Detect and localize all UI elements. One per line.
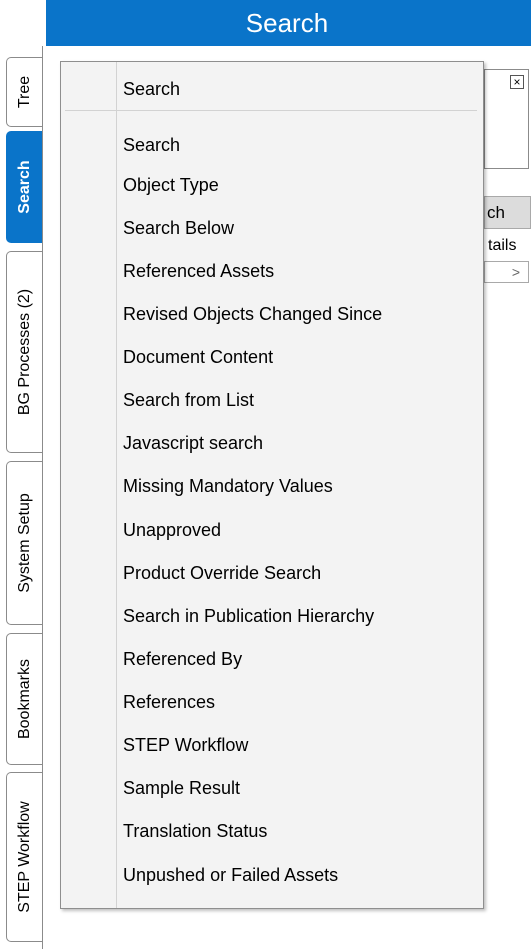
details-select[interactable]: >	[484, 261, 529, 283]
menu-item-unpushed-or-failed-assets[interactable]: Unpushed or Failed Assets	[61, 858, 483, 892]
menu-header: Search	[61, 72, 483, 106]
menu-item-search-from-list[interactable]: Search from List	[61, 383, 483, 417]
search-type-dropdown-menu: Search Search Object Type Search Below R…	[60, 61, 484, 909]
menu-separator	[65, 110, 477, 111]
details-label: tails	[488, 237, 517, 254]
menu-item-search[interactable]: Search	[61, 128, 483, 162]
tab-tree-label: Tree	[15, 75, 33, 109]
tab-bookmarks[interactable]: Bookmarks	[6, 633, 42, 765]
tab-system-setup[interactable]: System Setup	[6, 461, 42, 625]
tab-tree[interactable]: Tree	[6, 57, 42, 127]
menu-item-search-below[interactable]: Search Below	[61, 211, 483, 245]
tab-system-setup-label: System Setup	[15, 493, 33, 593]
tab-step-workflow[interactable]: STEP Workflow	[6, 772, 42, 942]
tab-search[interactable]: Search	[6, 131, 42, 243]
search-button[interactable]: ch	[484, 196, 531, 229]
menu-item-revised-objects-changed-since[interactable]: Revised Objects Changed Since	[61, 297, 483, 331]
chevron-right-icon: >	[511, 264, 520, 280]
close-icon[interactable]: ×	[510, 75, 524, 89]
menu-item-translation-status[interactable]: Translation Status	[61, 814, 483, 848]
menu-item-product-override-search[interactable]: Product Override Search	[61, 556, 483, 590]
tab-divider	[42, 46, 43, 949]
tab-search-label: Search	[15, 160, 33, 214]
vertical-tab-strip: Tree Search BG Processes (2) System Setu…	[0, 0, 46, 949]
menu-item-sample-result[interactable]: Sample Result	[61, 771, 483, 805]
menu-item-step-workflow[interactable]: STEP Workflow	[61, 728, 483, 762]
tab-bg-processes-label: BG Processes (2)	[15, 288, 33, 416]
menu-item-document-content[interactable]: Document Content	[61, 340, 483, 374]
menu-item-search-in-publication-hierarchy[interactable]: Search in Publication Hierarchy	[61, 599, 483, 633]
tab-bg-processes[interactable]: BG Processes (2)	[6, 251, 42, 453]
menu-item-missing-mandatory-values[interactable]: Missing Mandatory Values	[61, 469, 483, 503]
menu-header-label: Search	[123, 79, 181, 99]
tab-bookmarks-label: Bookmarks	[15, 658, 33, 740]
menu-item-object-type[interactable]: Object Type	[61, 168, 483, 202]
menu-item-references[interactable]: References	[61, 685, 483, 719]
menu-item-referenced-by[interactable]: Referenced By	[61, 642, 483, 676]
panel-title: Search	[43, 0, 531, 46]
menu-item-referenced-assets[interactable]: Referenced Assets	[61, 254, 483, 288]
menu-item-javascript-search[interactable]: Javascript search	[61, 426, 483, 460]
menu-item-unapproved[interactable]: Unapproved	[61, 513, 483, 547]
tab-step-workflow-label: STEP Workflow	[15, 801, 33, 913]
